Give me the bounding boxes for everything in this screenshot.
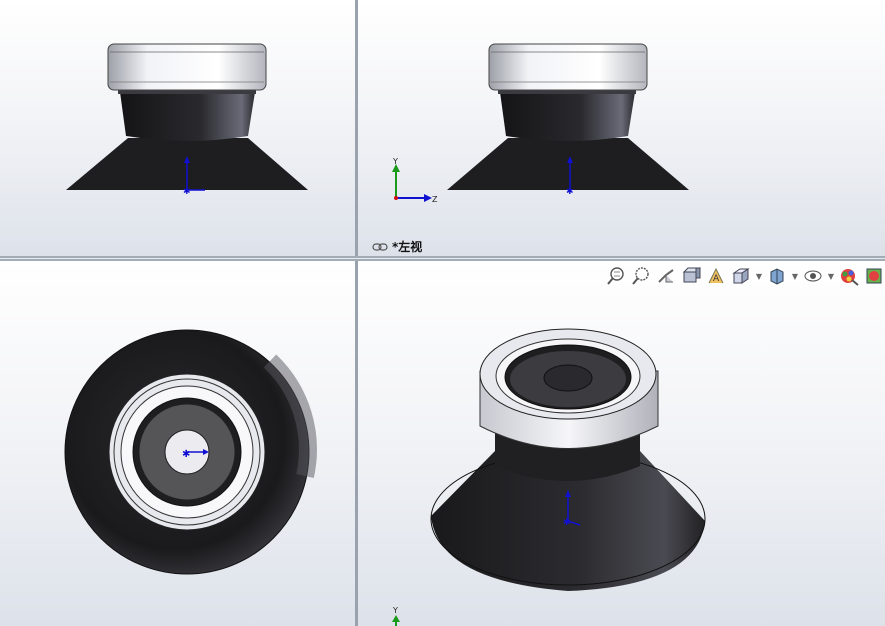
hide-show-items-icon[interactable]: [802, 265, 824, 287]
coordinate-triad: Y: [392, 606, 400, 626]
apply-scene-icon[interactable]: [863, 265, 885, 287]
view-name-label: *左视: [372, 238, 422, 255]
chevron-down-icon[interactable]: ▼: [755, 265, 763, 287]
viewport-splitter-vertical[interactable]: [355, 0, 358, 626]
chevron-down-icon[interactable]: ▼: [791, 265, 799, 287]
view-name-text: *左视: [392, 240, 423, 254]
viewport-front[interactable]: ✱: [0, 0, 355, 256]
section-view-icon[interactable]: [680, 265, 702, 287]
svg-text:Y: Y: [392, 157, 398, 166]
viewport-isometric[interactable]: ✱ A ▼ ▼ ▼ Y: [358, 261, 885, 626]
svg-text:Y: Y: [392, 606, 398, 615]
suction-cup-left-model: ✱: [447, 43, 689, 197]
svg-text:✱: ✱: [183, 187, 191, 197]
link-icon: [372, 242, 388, 251]
coordinate-triad: Y Z: [392, 157, 438, 204]
suction-cup-top-model: ✱: [64, 329, 317, 575]
suction-cup-front-model: ✱: [66, 43, 308, 197]
edit-appearance-icon[interactable]: [838, 265, 860, 287]
dynamic-annotation-icon[interactable]: A: [705, 265, 727, 287]
view-orientation-icon[interactable]: [730, 265, 752, 287]
chevron-down-icon[interactable]: ▼: [827, 265, 835, 287]
heads-up-view-toolbar: A ▼ ▼ ▼: [605, 265, 885, 287]
display-style-icon[interactable]: [766, 265, 788, 287]
svg-text:✱: ✱: [182, 449, 190, 460]
svg-text:Z: Z: [432, 195, 438, 204]
svg-text:A: A: [713, 274, 720, 284]
previous-view-icon[interactable]: [655, 265, 677, 287]
svg-text:✱: ✱: [566, 187, 574, 197]
svg-text:✱: ✱: [563, 518, 571, 528]
viewport-left[interactable]: ✱ Y Z *左视: [358, 0, 885, 256]
zoom-area-icon[interactable]: [630, 265, 652, 287]
viewport-splitter-horizontal[interactable]: [0, 256, 885, 261]
viewport-top[interactable]: ✱: [0, 261, 355, 626]
zoom-to-fit-icon[interactable]: [605, 265, 627, 287]
suction-cup-iso-model: ✱: [430, 328, 706, 591]
graphics-area[interactable]: ✱ ✱ Y Z *左视 ✱ ✱ A ▼ ▼ ▼ Y: [0, 0, 885, 626]
